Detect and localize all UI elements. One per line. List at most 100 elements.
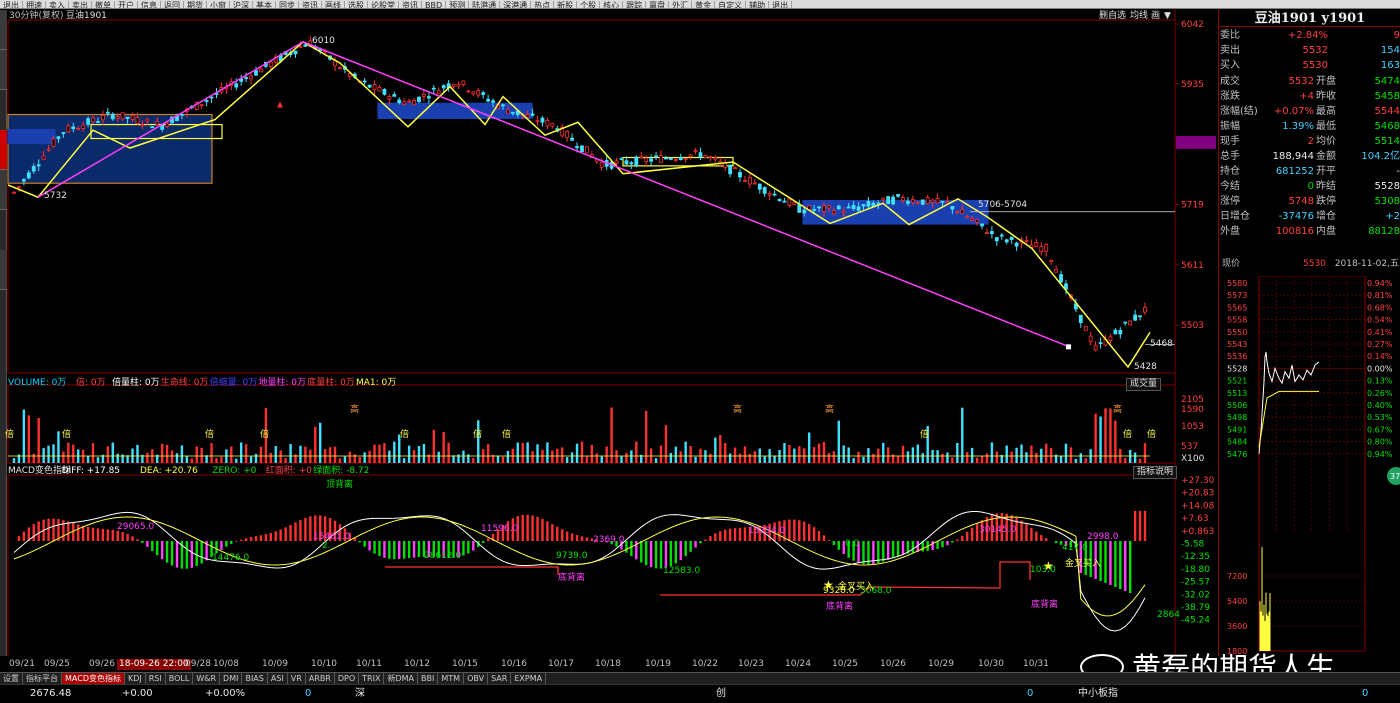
toolbar-button[interactable]: 黄金 xyxy=(692,1,716,8)
candle-body xyxy=(841,210,846,214)
candle-body xyxy=(367,84,372,88)
toolbar-button[interactable]: 核心 xyxy=(600,1,624,8)
candle-body xyxy=(426,96,431,99)
ma-toggle-button[interactable]: 均线 xyxy=(1130,11,1148,22)
kline-chart-area[interactable]: 604259355829571956115503210515901053537X… xyxy=(0,10,1218,670)
candle-body xyxy=(1039,246,1044,253)
indicator-tab[interactable]: MACD变色指标 xyxy=(62,673,125,684)
indicator-tab[interactable]: ASI xyxy=(268,673,288,684)
toolbar-button[interactable]: 拥速 xyxy=(23,1,46,8)
toolbar-button[interactable]: 深港通 xyxy=(500,1,532,8)
indicator-tab[interactable]: MTM xyxy=(438,673,465,684)
indicator-tabs: 设置 指标平台 MACD变色指标 KDJ RSI BOLL W&R DMI BIAS ASI VR A… xyxy=(0,672,1400,684)
quote-panel: 豆油1901 y1901 委比 +2.84% 9 卖出 5532 154 买入 … xyxy=(1218,10,1400,656)
toolbar-button[interactable]: 基本 xyxy=(253,1,276,8)
toolbar-button[interactable]: 外汇 xyxy=(669,1,693,8)
indicator-tab[interactable]: BBI xyxy=(418,673,439,684)
toolbar-button[interactable]: 撤单 xyxy=(92,1,115,8)
toolbar-button[interactable]: 陆港通 xyxy=(469,1,501,8)
draw-button[interactable]: 画 xyxy=(1151,11,1160,22)
toolbar-button[interactable]: 退出 xyxy=(0,1,23,8)
intraday-mini-chart[interactable]: 5580 0.94% 5573 0.81% 5565 0.68% 5558 0.54% 5550… xyxy=(1219,276,1400,656)
candle-body xyxy=(975,219,979,223)
macd-axis-label: -5.58 xyxy=(1181,540,1205,550)
macd-bar xyxy=(289,524,292,541)
toolbar-button[interactable]: 自定义 xyxy=(715,1,747,8)
candle-body xyxy=(846,206,851,209)
quote-value: -37476 xyxy=(1278,211,1314,222)
indicator-tab[interactable]: ARBR xyxy=(306,673,335,684)
toolbar-button[interactable]: 跟踪 xyxy=(623,1,647,8)
indicator-tab[interactable]: BOLL xyxy=(166,673,194,684)
indicator-tab[interactable]: SAR xyxy=(488,673,512,684)
volume-bar xyxy=(906,451,910,463)
volume-bar xyxy=(1035,452,1038,463)
toolbar-button[interactable]: 卖入 xyxy=(46,1,69,8)
toolbar-button[interactable]: 画线 xyxy=(322,1,345,8)
toolbar-button[interactable]: 赢盘 xyxy=(646,1,670,8)
volume-bar xyxy=(175,453,179,463)
indicator-tab[interactable]: W&R xyxy=(193,673,221,684)
intraday-price-line xyxy=(1258,351,1320,454)
indicator-tab[interactable]: TRIX xyxy=(359,673,385,684)
macd-bar xyxy=(269,532,273,541)
toolbar-button[interactable]: 小窗 xyxy=(207,1,230,8)
indicator-tab[interactable]: VR xyxy=(288,673,306,684)
toolbar-button[interactable]: 卖出 xyxy=(69,1,92,8)
indicator-tab[interactable]: DPO xyxy=(335,673,360,684)
indicator-tab[interactable]: EXPMA xyxy=(511,673,547,684)
macd-bar xyxy=(561,529,564,541)
toolbar-button[interactable]: 资讯 xyxy=(399,1,422,8)
toolbar-button[interactable]: 退出 xyxy=(769,1,793,8)
toolbar-button[interactable]: 新股 xyxy=(554,1,578,8)
volume-bar xyxy=(279,450,282,463)
chevron-down-icon[interactable]: ▼ xyxy=(1164,11,1171,22)
volume-bar xyxy=(116,453,119,463)
chart-canvas[interactable]: 604259355829571956115503210515901053537X… xyxy=(0,10,1218,656)
macd-axis-label: +14.08 xyxy=(1181,501,1215,511)
macd-bar xyxy=(393,541,396,560)
date-axis-label: 10/30 xyxy=(978,659,1004,669)
volume-indicator-button[interactable]: 成交量 xyxy=(1126,378,1162,391)
toolbar-button[interactable]: 沪深 xyxy=(230,1,253,8)
candle-body xyxy=(585,146,589,154)
toolbar-button[interactable]: 期货 xyxy=(184,1,207,8)
indicator-help-button[interactable]: 指标说明 xyxy=(1133,466,1178,479)
toolbar-button[interactable]: 论股堂 xyxy=(368,1,399,8)
indicator-tab[interactable]: 指标平台 xyxy=(23,673,62,684)
volume-bar xyxy=(674,446,678,463)
volume-bar xyxy=(916,444,920,463)
volume-bar xyxy=(442,432,445,463)
indicator-tab[interactable]: OBV xyxy=(464,673,489,684)
indicator-tab[interactable]: BIAS xyxy=(242,673,268,684)
candle-body xyxy=(422,93,426,97)
toolbar-button[interactable]: 开户 xyxy=(115,1,138,8)
toolbar-button[interactable]: 返回 xyxy=(161,1,184,8)
indicator-tab[interactable]: DMI xyxy=(220,673,243,684)
toolbar-button[interactable]: 热点 xyxy=(531,1,555,8)
toolbar-button[interactable]: 选股 xyxy=(345,1,368,8)
date-axis-label: 10/26 xyxy=(880,659,906,669)
volume-bar xyxy=(620,456,623,463)
volume-bar xyxy=(393,441,396,463)
remove-watchlist-button[interactable]: 删自选 xyxy=(1099,11,1126,22)
indicator-tab[interactable]: RSI xyxy=(146,673,166,684)
candle-body xyxy=(866,201,871,207)
toolbar-button[interactable]: 同步 xyxy=(276,1,299,8)
volume-bar xyxy=(728,453,732,463)
indicator-tab[interactable]: 设置 xyxy=(0,673,23,684)
indicator-tab[interactable]: KDJ xyxy=(125,673,146,684)
toolbar-button[interactable]: BBD xyxy=(422,1,447,8)
toolbar-button[interactable]: 资讯 xyxy=(299,1,322,8)
toolbar-button[interactable]: 预测 xyxy=(446,1,470,8)
toolbar-button[interactable]: 辅助 xyxy=(746,1,770,8)
toolbar-button[interactable]: 信息 xyxy=(138,1,161,8)
toolbar-button[interactable]: 个股 xyxy=(577,1,601,8)
candle-body xyxy=(738,171,742,178)
indicator-tab[interactable]: 新DMA xyxy=(384,673,419,684)
macd-bar xyxy=(694,541,697,548)
macd-bar xyxy=(467,541,470,554)
quote-label: 成交 xyxy=(1220,76,1240,87)
candle-body xyxy=(199,104,204,107)
candle-body xyxy=(125,116,130,119)
